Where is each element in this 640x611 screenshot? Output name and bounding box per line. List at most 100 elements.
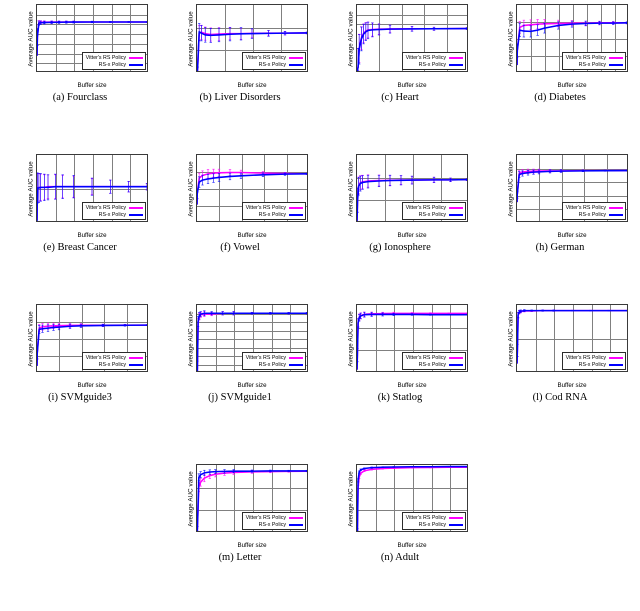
legend: Vitter's RS Policy RS-x Policy: [561, 52, 626, 70]
legend: Vitter's RS Policy RS-x Policy: [81, 202, 146, 220]
legend-swatch: [289, 206, 303, 209]
subplot-caption: (b) Liver Disorders: [199, 92, 281, 103]
legend-item-rsx: RS-x Policy: [406, 211, 463, 218]
legend-label: RS-x Policy: [98, 61, 126, 68]
series-line-vitter: [37, 21, 147, 56]
plot-area-g: Average AUC value0501001502000.70.80.91V…: [320, 150, 480, 254]
legend-swatch: [609, 356, 623, 359]
legend: Vitter's RS Policy RS-x Policy: [561, 352, 626, 370]
subplot-k: Average AUC value0501001502002503000.60.…: [320, 300, 480, 404]
subplot-caption: (g) Ionosphere: [369, 242, 431, 253]
legend-item-rsx: RS-x Policy: [246, 61, 303, 68]
legend-swatch: [609, 56, 623, 59]
x-axis-label: Buffer size: [237, 382, 267, 389]
legend-label: RS-x Policy: [418, 211, 446, 218]
subplot-caption: (m) Letter: [218, 552, 262, 563]
error-bars-vitter: [37, 20, 147, 46]
legend-label: Vitter's RS Policy: [245, 354, 286, 361]
legend-item-vitter: Vitter's RS Policy: [246, 514, 303, 521]
legend: Vitter's RS Policy RS-x Policy: [401, 52, 466, 70]
legend-label: Vitter's RS Policy: [405, 204, 446, 211]
subplot-e: Average AUC value0501001502002503000.990…: [0, 150, 160, 254]
y-axis-label: Average AUC value: [27, 311, 35, 367]
subplot-a: Average AUC value0501001502002503000.30.…: [0, 0, 160, 104]
subplot-caption: (i) SVMguide3: [48, 392, 112, 403]
legend-item-vitter: Vitter's RS Policy: [566, 204, 623, 211]
axes-l: 0501001502002503000.80.91Vitter's RS Pol…: [516, 304, 628, 372]
legend-item-vitter: Vitter's RS Policy: [86, 54, 143, 61]
legend-label: Vitter's RS Policy: [85, 54, 126, 61]
legend-label: RS-x Policy: [98, 361, 126, 368]
plot-area-d: Average AUC value05010015020025030035040…: [480, 0, 640, 104]
legend-label: RS-x Policy: [258, 61, 286, 68]
y-axis-label: Average AUC value: [187, 471, 195, 527]
legend-swatch: [289, 356, 303, 359]
x-axis-label: Buffer size: [397, 232, 427, 239]
figure-sheet: Average AUC value0501001502002503000.30.…: [0, 0, 640, 611]
subplot-caption: (f) Vowel: [220, 242, 260, 253]
subplot-g: Average AUC value0501001502000.70.80.91V…: [320, 150, 480, 254]
legend-item-rsx: RS-x Policy: [406, 61, 463, 68]
legend-item-rsx: RS-x Policy: [86, 61, 143, 68]
legend-item-rsx: RS-x Policy: [566, 211, 623, 218]
legend-label: Vitter's RS Policy: [85, 354, 126, 361]
legend-item-rsx: RS-x Policy: [566, 361, 623, 368]
subplot-b: Average AUC value0501001502000.50.60.70.…: [160, 0, 320, 104]
legend: Vitter's RS Policy RS-x Policy: [401, 512, 466, 530]
subplot-caption: (h) German: [535, 242, 585, 253]
y-axis-label: Average AUC value: [507, 161, 515, 217]
legend-label: RS-x Policy: [578, 211, 606, 218]
plot-area-b: Average AUC value0501001502000.50.60.70.…: [160, 0, 320, 104]
legend-item-vitter: Vitter's RS Policy: [246, 204, 303, 211]
series-line-rsx: [197, 173, 307, 205]
axes-k: 0501001502002503000.60.70.80.9Vitter's R…: [356, 304, 468, 372]
y-axis-label: Average AUC value: [27, 11, 35, 67]
x-axis-label: Buffer size: [397, 82, 427, 89]
legend-item-vitter: Vitter's RS Policy: [246, 54, 303, 61]
x-axis-label: Buffer size: [237, 542, 267, 549]
y-axis-label: Average AUC value: [187, 11, 195, 67]
legend: Vitter's RS Policy RS-x Policy: [241, 512, 306, 530]
y-axis-label: Average AUC value: [507, 11, 515, 67]
y-axis-label: Average AUC value: [347, 161, 355, 217]
legend-item-rsx: RS-x Policy: [406, 361, 463, 368]
legend-swatch: [449, 63, 463, 66]
error-bars-vitter: [517, 309, 627, 357]
subplot-f: Average AUC value01002003004005000.40.50…: [160, 150, 320, 254]
legend-swatch: [449, 213, 463, 216]
x-axis-label: Buffer size: [557, 82, 587, 89]
legend-item-rsx: RS-x Policy: [86, 361, 143, 368]
x-axis-label: Buffer size: [397, 382, 427, 389]
legend: Vitter's RS Policy RS-x Policy: [81, 52, 146, 70]
subplot-caption: (l) Cod RNA: [532, 392, 588, 403]
legend-label: Vitter's RS Policy: [405, 514, 446, 521]
legend-label: RS-x Policy: [258, 211, 286, 218]
legend-label: Vitter's RS Policy: [245, 54, 286, 61]
legend-swatch: [129, 356, 143, 359]
legend-label: Vitter's RS Policy: [565, 204, 606, 211]
legend-label: Vitter's RS Policy: [565, 354, 606, 361]
legend-item-rsx: RS-x Policy: [246, 361, 303, 368]
y-axis-label: Average AUC value: [187, 311, 195, 367]
plot-area-c: Average AUC value0204060801000.60.850.90…: [320, 0, 480, 104]
plot-area-e: Average AUC value0501001502002503000.990…: [0, 150, 160, 254]
legend-label: Vitter's RS Policy: [405, 354, 446, 361]
legend-swatch: [289, 63, 303, 66]
axes-n: 0501001502002503000.60.70.80.9Vitter's R…: [356, 464, 468, 532]
subplot-j: Average AUC value0501001502002503000.920…: [160, 300, 320, 404]
legend-label: Vitter's RS Policy: [85, 204, 126, 211]
axes-g: 0501001502000.70.80.91Vitter's RS Policy…: [356, 154, 468, 222]
subplot-caption: (e) Breast Cancer: [43, 242, 117, 253]
legend-swatch: [129, 63, 143, 66]
y-axis-label: Average AUC value: [347, 311, 355, 367]
axes-i: 01002003004005000.50.60.70.80.9Vitter's …: [36, 304, 148, 372]
legend-label: RS-x Policy: [258, 361, 286, 368]
plot-area-i: Average AUC value01002003004005000.50.60…: [0, 300, 160, 404]
x-axis-label: Buffer size: [77, 82, 107, 89]
legend-swatch: [449, 56, 463, 59]
legend-item-vitter: Vitter's RS Policy: [86, 204, 143, 211]
legend-label: RS-x Policy: [98, 211, 126, 218]
subplot-m: Average AUC value0501001502002503000.50.…: [160, 460, 320, 564]
legend-swatch: [289, 516, 303, 519]
legend-swatch: [449, 206, 463, 209]
